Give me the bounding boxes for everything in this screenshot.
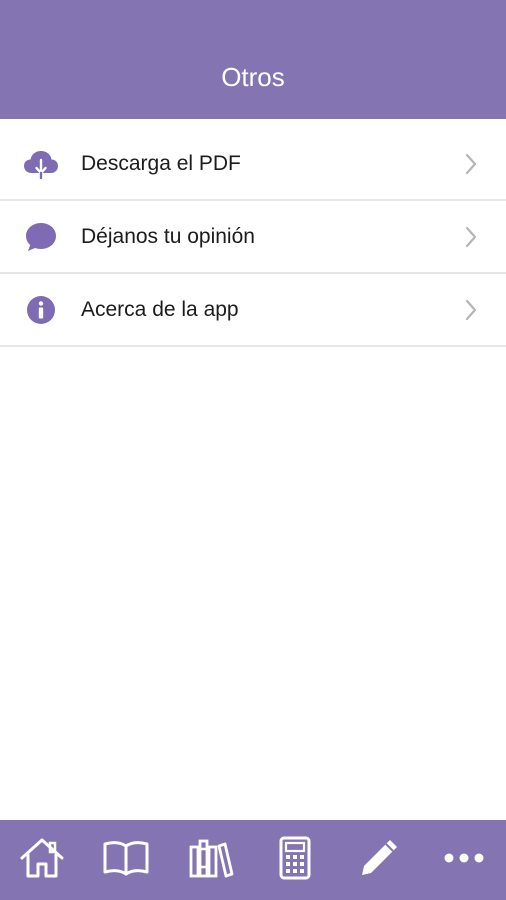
menu-item-label: Descarga el PDF	[81, 152, 241, 175]
tab-book[interactable]	[98, 832, 154, 888]
open-book-icon	[102, 838, 150, 883]
menu-item-about[interactable]: Acerca de la app	[0, 274, 506, 347]
tab-library[interactable]	[183, 832, 239, 888]
bottom-tab-bar	[0, 820, 506, 900]
menu-list: Descarga el PDF Déjanos tu opinión Acerc…	[0, 129, 506, 347]
chevron-right-icon	[464, 152, 478, 176]
header-bar: Otros	[0, 0, 506, 119]
menu-item-label: Déjanos tu opinión	[81, 224, 255, 248]
tab-home[interactable]	[14, 832, 70, 888]
cloud-download-icon	[22, 145, 60, 183]
chat-bubble-icon	[22, 218, 60, 256]
bookshelf-icon	[188, 837, 234, 884]
app-screen: Otros Descarga el PDF Déjanos tu opinión…	[0, 0, 506, 900]
info-icon	[22, 291, 60, 329]
pencil-icon	[358, 837, 400, 884]
menu-item-label: Acerca de la app	[81, 297, 239, 321]
page-title: Otros	[221, 62, 285, 92]
menu-item-download-pdf[interactable]: Descarga el PDF	[0, 129, 506, 201]
chevron-right-icon	[464, 298, 478, 322]
more-icon	[443, 851, 485, 869]
tab-calculator[interactable]	[267, 832, 323, 888]
calculator-icon	[278, 836, 312, 885]
tab-edit[interactable]	[351, 832, 407, 888]
tab-more[interactable]	[436, 832, 492, 888]
menu-item-feedback[interactable]: Déjanos tu opinión	[0, 201, 506, 274]
home-icon	[19, 836, 65, 885]
chevron-right-icon	[464, 225, 478, 249]
